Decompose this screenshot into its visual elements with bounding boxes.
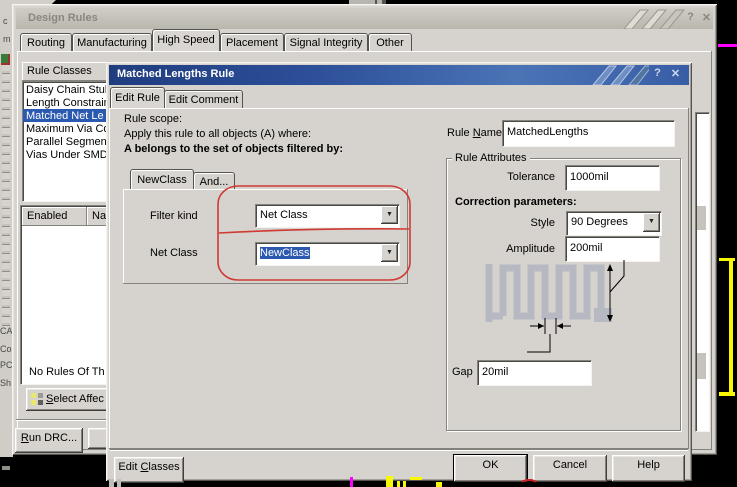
ok-button[interactable]: OK: [454, 455, 527, 482]
column-header-enabled[interactable]: Enabled: [22, 207, 87, 226]
no-rules-text: No Rules Of Th: [29, 366, 105, 378]
design-rules-title: Design Rules: [28, 12, 98, 24]
filter-kind-dropdown[interactable]: Net Class ▼: [255, 204, 400, 228]
pcb-pad-yellow: [397, 481, 400, 487]
cancel-button[interactable]: Cancel: [533, 455, 607, 482]
select-affected-button[interactable]: Select Affec: [26, 388, 118, 411]
net-class-dropdown[interactable]: NewClass ▼: [255, 242, 400, 266]
background-artifact: [2, 466, 10, 470]
net-class-value: NewClass: [260, 247, 310, 259]
pcb-outline-yellow: [719, 392, 735, 396]
rules-table[interactable]: Enabled Name No Rules Of Th: [20, 205, 113, 385]
gap-value: 20mil: [482, 366, 509, 378]
dropdown-arrow-icon[interactable]: ▼: [381, 244, 398, 262]
amplitude-label: Amplitude: [506, 243, 555, 255]
rule-attributes-title: Rule Attributes: [452, 152, 530, 164]
filter-kind-value: Net Class: [260, 209, 308, 221]
tolerance-field[interactable]: 1000mil: [565, 165, 660, 191]
pcb-pad-yellow: [403, 481, 406, 487]
rule-name-field[interactable]: MatchedLengths: [502, 120, 675, 147]
pcb-pad-yellow: [410, 477, 422, 480]
titlebar-ornament: [623, 9, 686, 29]
button-label: elect Affec: [53, 393, 104, 405]
accordion-trace-illustration: [485, 260, 625, 353]
help-button[interactable]: Help: [612, 455, 685, 482]
titlebar-ornament: [592, 65, 649, 85]
design-rules-titlebar[interactable]: Design Rules ? ✕: [16, 8, 713, 29]
partially-hidden-button[interactable]: [88, 428, 108, 449]
amplitude-value: 200mil: [570, 242, 603, 254]
background-text-fragment: Co: [0, 344, 12, 354]
button-label: R: [20, 432, 29, 444]
dropdown-arrow-icon[interactable]: ▼: [381, 206, 398, 224]
rule-name-value: MatchedLengths: [507, 126, 589, 138]
pcb-pad-yellow: [386, 476, 393, 487]
correction-parameters-title: Correction parameters:: [455, 196, 577, 208]
close-icon[interactable]: ✕: [700, 11, 713, 25]
net-class-label: Net Class: [150, 247, 198, 259]
close-icon[interactable]: ✕: [668, 67, 683, 82]
matched-lengths-rule-dialog: Matched Lengths Rule ? ✕ Edit Rule Edit …: [106, 62, 692, 483]
matched-rule-titlebar[interactable]: Matched Lengths Rule ? ✕: [109, 65, 689, 85]
pcb-pad-yellow: [436, 482, 442, 487]
scroll-thumb[interactable]: [697, 353, 706, 379]
affected-objects-icon: [31, 393, 43, 405]
run-drc-button[interactable]: Run DRC...: [15, 428, 83, 453]
scroll-thumb[interactable]: [697, 206, 706, 230]
rule-scope-description: Apply this rule to all objects (A) where…: [124, 128, 312, 140]
rules-scrollbar-strip[interactable]: [695, 112, 710, 432]
filter-kind-label: Filter kind: [150, 210, 198, 222]
background-text-fragment: m: [3, 34, 11, 44]
background-artifact: [109, 479, 114, 487]
background-text-fragment: c: [3, 16, 8, 26]
background-text-fragment: PC: [0, 360, 13, 370]
pcb-arc-red: [519, 479, 539, 487]
edit-classes-button[interactable]: Edit Classes: [114, 457, 184, 483]
background-text-fragment: CA: [0, 326, 13, 336]
list-item[interactable]: Length Constrain: [23, 96, 112, 109]
rule-scope-filter-heading: A belongs to the set of objects filtered…: [124, 143, 344, 155]
pcb-outline-yellow: [729, 258, 733, 395]
pcb-via-magenta: [350, 477, 353, 487]
divider: [110, 449, 688, 451]
list-item[interactable]: Vias Under SMD: [23, 148, 112, 161]
list-item[interactable]: Daisy Chain Stub: [23, 82, 112, 96]
pcb-trace-magenta: [718, 44, 737, 47]
background-artifact: [117, 479, 121, 487]
style-label: Style: [530, 217, 555, 229]
rule-name-label: Rule Name: [447, 127, 503, 139]
list-item[interactable]: Maximum Via Co: [23, 122, 112, 135]
divider: [16, 419, 118, 421]
tolerance-value: 1000mil: [570, 171, 609, 183]
help-icon[interactable]: ?: [650, 67, 665, 82]
rule-classes-list[interactable]: Daisy Chain Stub Length Constrain Matche…: [22, 81, 113, 202]
matched-rule-title: Matched Lengths Rule: [117, 68, 235, 80]
gap-label: Gap: [452, 366, 473, 378]
help-icon[interactable]: ?: [684, 11, 697, 25]
screen: gn c m CA Co PC Sh Design Rules ? ✕ Rout…: [0, 0, 737, 487]
button-label: un DRC...: [28, 432, 78, 444]
background-text-fragment: Sh: [0, 378, 12, 388]
tolerance-label: Tolerance: [507, 171, 555, 183]
rule-scope-label: Rule scope:: [124, 113, 183, 125]
style-dropdown[interactable]: 90 Degrees ▼: [566, 211, 662, 236]
dropdown-arrow-icon[interactable]: ▼: [643, 213, 660, 232]
button-label: Edit: [118, 461, 141, 473]
background-toolbar-pattern: [2, 62, 10, 330]
rule-classes-header[interactable]: Rule Classes: [22, 62, 111, 81]
list-item[interactable]: Parallel Segmen: [23, 135, 112, 148]
gap-field[interactable]: 20mil: [477, 360, 592, 386]
background-tiny-icon: [1, 54, 10, 65]
list-item-selected[interactable]: Matched Net Le: [23, 109, 112, 122]
